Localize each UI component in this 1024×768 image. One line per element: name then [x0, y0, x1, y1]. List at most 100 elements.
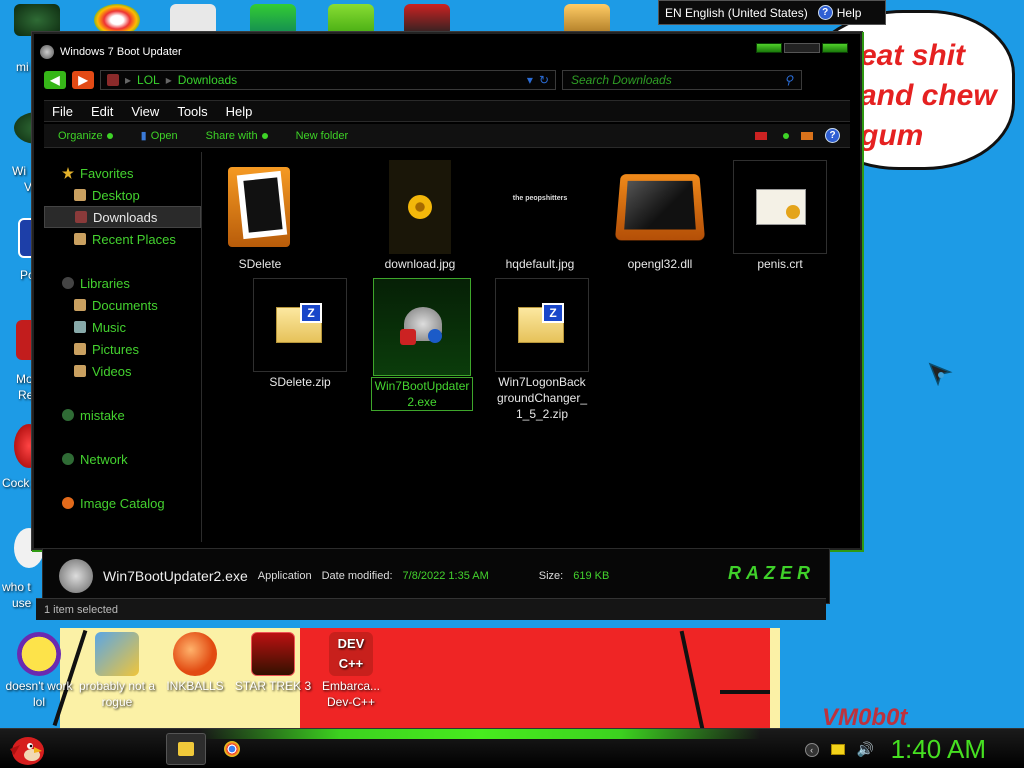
language-indicator[interactable]: EN English (United States): [665, 6, 808, 20]
address-bar[interactable]: ▸ LOL ▸ Downloads ▾ ↻: [100, 70, 556, 90]
dropdown-dot-icon[interactable]: [783, 132, 789, 139]
nav-label: Favorites: [80, 165, 134, 181]
start-button-angry-bird-icon[interactable]: [6, 731, 46, 767]
nav-label: Network: [80, 451, 128, 467]
help-button[interactable]: ? Help: [817, 5, 861, 20]
details-filename: Win7BootUpdater2.exe: [103, 568, 248, 584]
desktop-label-partial: use: [12, 596, 32, 610]
app-icon: [40, 45, 54, 59]
chevron-right-icon: ▸: [125, 73, 132, 87]
breadcrumb-segment[interactable]: LOL: [137, 73, 160, 87]
nav-favorites[interactable]: Favorites: [44, 162, 201, 184]
nav-label: Image Catalog: [80, 495, 165, 511]
action-center-flag-icon[interactable]: [830, 744, 845, 755]
exe-icon: [59, 559, 93, 593]
search-input[interactable]: Search Downloads ⚲: [562, 70, 802, 90]
taskbar-chrome-button[interactable]: [212, 733, 252, 765]
menu-view[interactable]: View: [131, 104, 159, 119]
exe-icon: [373, 278, 471, 376]
desktop-icon-inkballs[interactable]: INKBALLS: [156, 632, 234, 694]
window-title: Windows 7 Boot Updater: [60, 46, 182, 58]
details-size-label: Size:: [538, 570, 564, 582]
search-icon[interactable]: ⚲: [784, 73, 793, 87]
share-with-button[interactable]: Share with: [206, 130, 268, 142]
certificate-icon: [733, 160, 827, 254]
file-name: Win7LogonBackgroundChanger_1_5_2.zip: [496, 375, 588, 421]
back-button[interactable]: ◀: [44, 71, 66, 89]
videos-icon: [74, 365, 86, 377]
explorer-window: Windows 7 Boot Updater ◀ ▶ ▸ LOL ▸ Downl…: [32, 32, 864, 628]
nav-videos[interactable]: Videos: [44, 360, 201, 382]
file-item[interactable]: Z SDelete.zip: [252, 278, 348, 390]
forward-button[interactable]: ▶: [72, 71, 94, 89]
wallpaper-stroke: [720, 690, 770, 694]
yahoo-messenger-icon: [17, 632, 61, 676]
file-item[interactable]: penis.crt: [732, 160, 828, 272]
desktop-icon-rogue[interactable]: probably not a rogue: [78, 632, 156, 710]
star-icon: [62, 167, 74, 179]
organize-button[interactable]: Organize: [58, 130, 113, 142]
file-item[interactable]: opengl32.dll: [612, 160, 708, 272]
file-item[interactable]: SDelete: [212, 160, 308, 272]
taskbar-explorer-button[interactable]: [166, 733, 206, 765]
nav-documents[interactable]: Documents: [44, 294, 201, 316]
view-controls: ?: [755, 128, 840, 143]
desktop-icon-dev-cpp[interactable]: DEV C++ Embarca... Dev-C++: [312, 632, 390, 710]
menu-bar: File Edit View Tools Help: [44, 100, 850, 122]
maximize-button[interactable]: [784, 43, 820, 53]
menu-edit[interactable]: Edit: [91, 104, 113, 119]
nav-desktop[interactable]: Desktop: [44, 184, 201, 206]
nav-label: Downloads: [93, 209, 158, 225]
refresh-icon[interactable]: ↻: [539, 73, 549, 87]
new-folder-button[interactable]: New folder: [296, 130, 349, 142]
title-bar[interactable]: Windows 7 Boot Updater: [40, 40, 860, 64]
nav-mistake[interactable]: mistake: [44, 404, 201, 426]
file-item[interactable]: download.jpg: [372, 160, 468, 272]
volume-icon[interactable]: 🔊: [857, 741, 874, 758]
documents-icon: [74, 299, 86, 311]
file-name: Win7BootUpdater2.exe: [371, 377, 473, 411]
file-name: SDelete.zip: [269, 375, 331, 389]
menu-file[interactable]: File: [52, 104, 73, 119]
dropdown-dot-icon: [106, 132, 113, 139]
desktop-icon-star-trek[interactable]: STAR TREK 3: [234, 632, 312, 694]
recent-places-icon: [74, 233, 86, 245]
desktop-icon-yahoo[interactable]: doesn't work lol: [0, 632, 78, 710]
share-with-label: Share with: [205, 129, 258, 142]
chevron-left-icon[interactable]: ‹: [804, 742, 819, 757]
open-button[interactable]: ▮ Open: [141, 129, 178, 142]
organize-label: Organize: [58, 129, 103, 142]
details-size-value: 619 KB: [573, 570, 610, 582]
close-button[interactable]: [822, 43, 848, 53]
zip-folder-icon: Z: [495, 278, 589, 372]
nav-music[interactable]: Music: [44, 316, 201, 338]
file-item[interactable]: the peopshitters hqdefault.jpg: [492, 160, 588, 272]
thumbnail-text: the peopshitters: [502, 189, 578, 239]
file-item-selected[interactable]: Win7BootUpdater2.exe: [371, 278, 473, 411]
homegroup-icon: [62, 409, 74, 421]
file-name: penis.crt: [757, 257, 803, 271]
nav-image-catalog[interactable]: Image Catalog: [44, 492, 201, 514]
file-name: SDelete: [238, 257, 282, 271]
preview-pane-icon[interactable]: [801, 131, 813, 140]
help-icon[interactable]: ?: [825, 128, 840, 143]
clock[interactable]: 1:40 AM: [891, 734, 986, 765]
menu-tools[interactable]: Tools: [177, 104, 207, 119]
open-app-icon: ▮: [140, 130, 147, 142]
breadcrumb-segment[interactable]: Downloads: [178, 73, 237, 87]
minimize-button[interactable]: [756, 43, 782, 53]
nav-label: Desktop: [92, 187, 140, 203]
language-bar[interactable]: EN English (United States) ? Help: [658, 0, 886, 25]
image-catalog-icon: [62, 497, 74, 509]
nav-network[interactable]: Network: [44, 448, 201, 470]
view-options-icon[interactable]: [755, 131, 767, 140]
details-date-label: Date modified:: [321, 570, 393, 582]
file-item[interactable]: Z Win7LogonBackgroundChanger_1_5_2.zip: [492, 278, 592, 422]
nav-downloads[interactable]: Downloads: [44, 206, 201, 228]
nav-pictures[interactable]: Pictures: [44, 338, 201, 360]
zip-folder-icon: Z: [253, 278, 347, 372]
chevron-down-icon[interactable]: ▾: [527, 73, 533, 87]
nav-recent-places[interactable]: Recent Places: [44, 228, 201, 250]
nav-libraries[interactable]: Libraries: [44, 272, 201, 294]
menu-help[interactable]: Help: [226, 104, 253, 119]
